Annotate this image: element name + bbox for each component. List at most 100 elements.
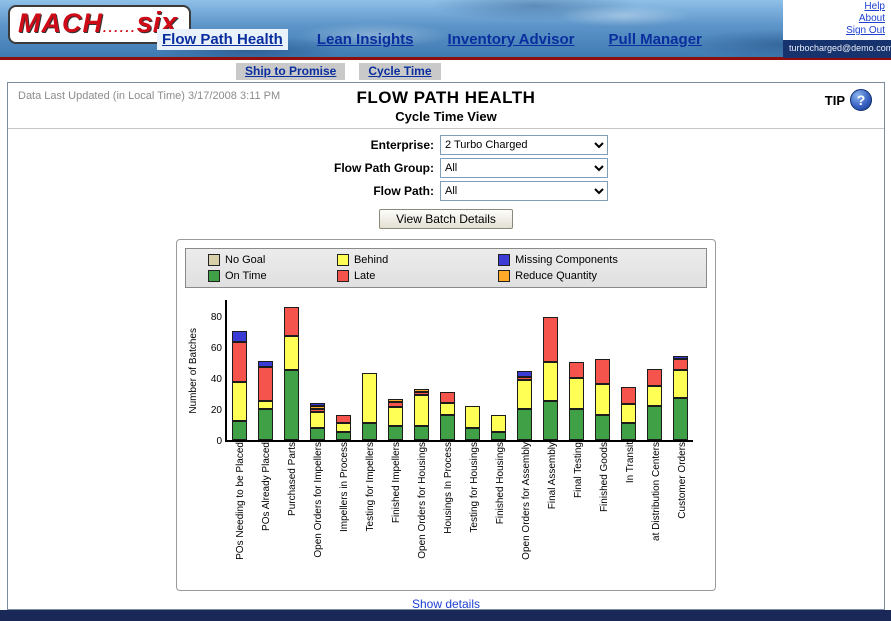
- legend-item: No Goal: [208, 254, 337, 266]
- legend-label: On Time: [225, 270, 267, 282]
- x-axis-label: Open Orders for Housings: [416, 442, 428, 559]
- bar-segment-on-time: [413, 426, 429, 440]
- legend-swatch: [208, 270, 220, 282]
- x-label-column: POs Needing to be Placed: [227, 442, 253, 588]
- flow-path-select[interactable]: All: [440, 181, 608, 201]
- x-label-column: Finished Impellers: [383, 442, 409, 588]
- last-updated-text: Data Last Updated (in Local Time) 3/17/2…: [18, 90, 281, 102]
- stacked-bar: [672, 356, 688, 440]
- bar-segment-behind: [491, 415, 507, 432]
- bar-segment-behind: [387, 407, 403, 426]
- y-axis-label-column: Number of Batches: [185, 300, 201, 442]
- page: MACH......six Flow Path Health Lean Insi…: [0, 0, 891, 621]
- bar-segment-behind: [258, 401, 274, 409]
- x-label-column: Final Testing: [565, 442, 591, 588]
- x-axis-label: Finished Goods: [598, 442, 610, 513]
- bar-column: [253, 361, 279, 440]
- x-label-column: Testing for Impellers: [357, 442, 383, 588]
- bar-column: [589, 359, 615, 440]
- bar-column: [434, 392, 460, 440]
- bar-column: [227, 331, 253, 440]
- x-label-column: Open Orders for Assembly: [513, 442, 539, 588]
- bar-column: [538, 317, 564, 440]
- flow-path-group-select[interactable]: All: [440, 158, 608, 178]
- bar-segment-behind: [465, 406, 481, 428]
- bar-segment-on-time: [284, 370, 300, 440]
- app-header: MACH......six Flow Path Health Lean Insi…: [0, 0, 891, 58]
- bar-segment-late: [439, 392, 455, 403]
- logo-text-mach: MACH: [18, 8, 103, 38]
- stacked-bar: [284, 307, 300, 440]
- nav-pull-manager[interactable]: Pull Manager: [604, 29, 707, 50]
- tab-cycle-time[interactable]: Cycle Time: [359, 62, 441, 80]
- button-row: View Batch Details: [8, 209, 884, 229]
- bar-series-area: [227, 300, 693, 440]
- help-link[interactable]: Help: [789, 1, 885, 13]
- bar-column: [331, 415, 357, 440]
- bar-segment-late: [543, 317, 559, 362]
- y-tick-label: 80: [210, 312, 222, 323]
- x-axis-label: Open Orders for Assembly: [520, 442, 532, 560]
- y-axis-label: Number of Batches: [187, 328, 199, 414]
- bar-segment-behind: [336, 423, 351, 432]
- bar-column: [279, 307, 305, 440]
- bar-segment-late: [672, 359, 688, 370]
- legend-item: On Time: [208, 270, 337, 282]
- legend-label: Behind: [353, 254, 389, 266]
- x-axis-label: Finished Impellers: [390, 442, 402, 524]
- legend-label: Late: [353, 270, 376, 282]
- x-label-column: Finished Housings: [487, 442, 513, 588]
- chart-plot-row: Number of Batches 0 20 40 60 80: [185, 300, 707, 447]
- content-header: Data Last Updated (in Local Time) 3/17/2…: [8, 83, 884, 129]
- x-axis-label: In Transit: [624, 442, 636, 484]
- bar-segment-behind: [413, 395, 429, 426]
- show-details-link[interactable]: Show details: [412, 597, 480, 609]
- legend-swatch: [498, 254, 511, 266]
- legend-label: Missing Components: [515, 254, 618, 266]
- x-label-column: Purchased Parts: [279, 442, 305, 588]
- flow-path-group-row: Flow Path Group: All: [8, 158, 884, 178]
- bar-segment-on-time: [439, 415, 455, 440]
- x-axis-label: Housings In Process: [442, 442, 454, 534]
- x-axis-label: Finished Housings: [494, 442, 506, 525]
- legend-item: Reduce Quantity: [498, 270, 698, 282]
- bar-segment-on-time: [594, 415, 610, 440]
- bar-segment-missing-components: [232, 331, 248, 342]
- bar-segment-on-time: [258, 409, 274, 440]
- enterprise-select[interactable]: 2 Turbo Charged: [440, 135, 608, 155]
- nav-inventory-advisor[interactable]: Inventory Advisor: [443, 29, 580, 50]
- x-axis-label: Final Testing: [572, 442, 584, 498]
- bar-segment-on-time: [310, 428, 326, 440]
- sign-out-link[interactable]: Sign Out: [789, 25, 885, 37]
- legend-swatch: [208, 254, 220, 266]
- nav-lean-insights[interactable]: Lean Insights: [312, 29, 419, 50]
- x-label-column: at Distribution Centers: [643, 442, 669, 588]
- stacked-bar: [310, 403, 326, 440]
- tab-ship-to-promise[interactable]: Ship to Promise: [236, 62, 346, 80]
- nav-flow-path-health[interactable]: Flow Path Health: [157, 29, 288, 50]
- bottom-bar: [0, 610, 891, 621]
- bar-column: [512, 371, 538, 440]
- x-axis-label: Testing for Impellers: [364, 442, 376, 532]
- stacked-bar: [517, 371, 533, 440]
- main-nav: Flow Path Health Lean Insights Inventory…: [157, 29, 707, 50]
- logo-dots: ......: [103, 20, 137, 35]
- y-tick-label: 40: [210, 374, 222, 385]
- x-axis-label: POs Needing to be Placed: [234, 442, 246, 560]
- x-label-column: Finished Goods: [591, 442, 617, 588]
- x-axis-labels: POs Needing to be Placed POs Already Plac…: [227, 442, 707, 588]
- bar-column: [486, 415, 512, 440]
- about-link[interactable]: About: [789, 13, 885, 25]
- stacked-bar: [594, 359, 610, 440]
- x-label-column: Open Orders for Housings: [409, 442, 435, 588]
- view-batch-details-button[interactable]: View Batch Details: [379, 209, 513, 229]
- x-axis-label: Customer Orders: [676, 442, 688, 519]
- bar-segment-behind: [232, 382, 248, 421]
- help-question-icon[interactable]: ?: [850, 89, 872, 111]
- bar-segment-on-time: [569, 409, 585, 440]
- x-label-column: Final Assembly: [539, 442, 565, 588]
- stacked-bar: [543, 317, 559, 440]
- bar-segment-on-time: [232, 421, 248, 440]
- x-axis-label: Final Assembly: [546, 442, 558, 510]
- stacked-bar: [336, 415, 351, 440]
